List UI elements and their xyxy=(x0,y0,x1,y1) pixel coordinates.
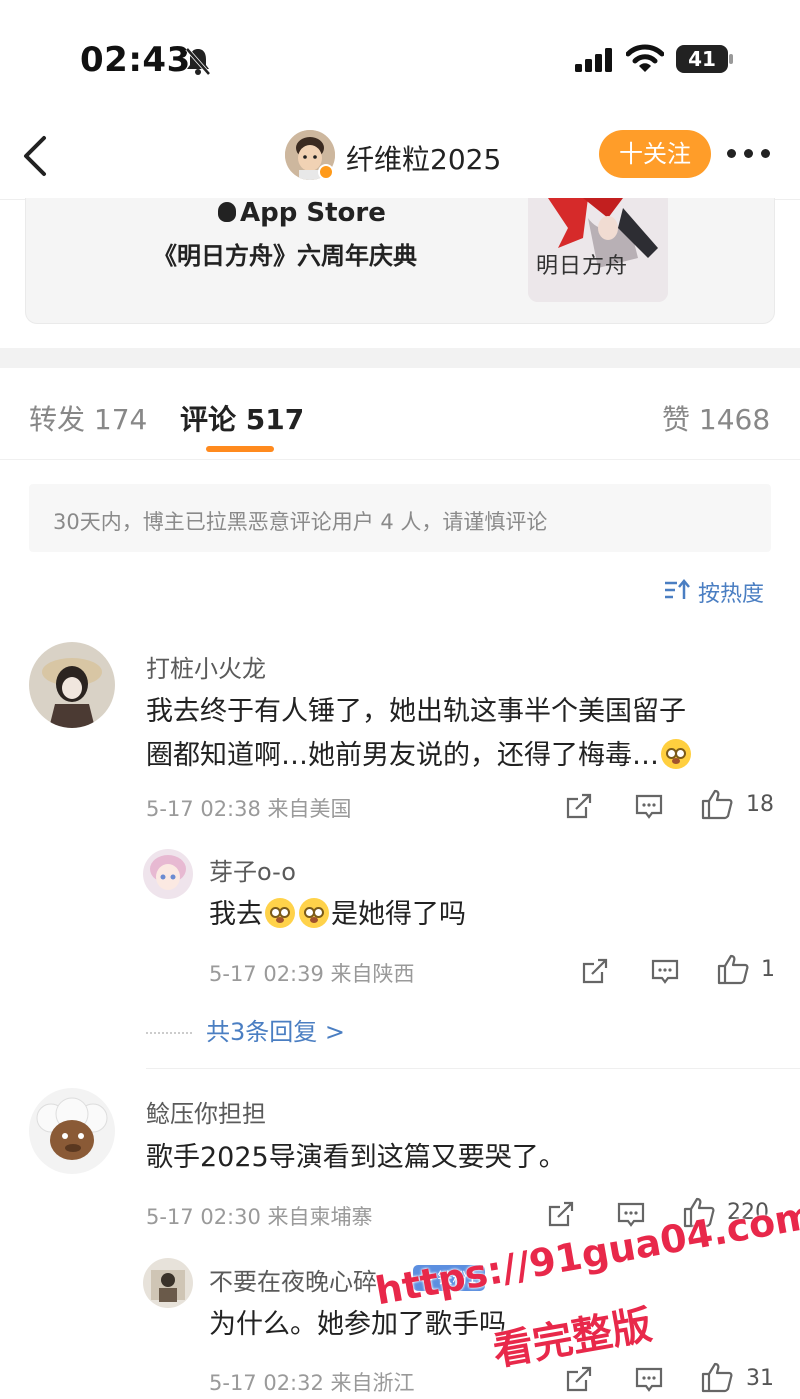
comment-notice: 30天内，博主已拉黑恶意评论用户 4 人，请谨慎评论 xyxy=(29,484,771,552)
like-icon[interactable] xyxy=(716,953,750,985)
avatar[interactable] xyxy=(29,642,115,728)
like-count: 18 xyxy=(746,792,774,817)
verified-badge-icon xyxy=(318,164,334,180)
back-arrow-icon[interactable] xyxy=(20,134,50,178)
tab-likes[interactable]: 赞 1468 xyxy=(662,398,770,438)
avatar[interactable] xyxy=(143,1258,193,1308)
follow-button[interactable]: 十关注 xyxy=(599,130,711,178)
share-icon[interactable] xyxy=(564,1364,594,1394)
section-divider xyxy=(0,348,800,368)
comment-icon[interactable] xyxy=(634,1364,664,1394)
share-icon[interactable] xyxy=(580,956,610,986)
post-header: 纤维粒2025 十关注 xyxy=(0,110,800,200)
apple-logo-icon xyxy=(218,202,236,222)
reply-meta: 5-17 02:39 来自陕西 xyxy=(209,962,415,986)
app-store-card[interactable]: App Store 《明日方舟》六周年庆典 明日方舟 xyxy=(25,198,775,324)
comment-text-line-2: 圈都知道啊…她前男友说的，还得了梅毒… xyxy=(146,734,693,778)
reply-user-name[interactable]: 芽子o-o xyxy=(209,852,296,887)
share-icon[interactable] xyxy=(564,791,594,821)
laughing-crying-emoji-icon xyxy=(661,739,691,769)
card-thumbnail: 明日方舟 xyxy=(528,198,668,302)
comment-meta: 5-17 02:30 来自柬埔寨 xyxy=(146,1205,373,1229)
card-thumbnail-logo: 明日方舟 xyxy=(536,254,629,279)
status-bar: 02:43 41 xyxy=(0,0,800,110)
reply-meta: 5-17 02:32 来自浙江 xyxy=(209,1371,415,1395)
battery-level: 41 xyxy=(688,47,716,71)
watermark-url: https://91gua04.com xyxy=(372,1192,800,1314)
tab-active-indicator xyxy=(206,446,274,452)
more-options-icon[interactable] xyxy=(727,149,771,159)
comment-text: 歌手2025导演看到这篇又要哭了。 xyxy=(146,1142,566,1173)
shocked-emoji-icon xyxy=(299,898,329,928)
comment-icon[interactable] xyxy=(650,956,680,986)
view-more-replies[interactable]: 共3条回复 > xyxy=(146,1012,345,1047)
comment-meta: 5-17 02:38 来自美国 xyxy=(146,797,352,821)
tab-reposts[interactable]: 转发 174 xyxy=(29,398,147,438)
reply-text: 为什么。她参加了歌手吗 xyxy=(209,1309,506,1340)
like-count: 31 xyxy=(746,1366,774,1391)
wifi-icon xyxy=(626,44,664,72)
comment-divider xyxy=(146,1068,800,1069)
cellular-signal-icon xyxy=(575,48,612,72)
reply-text: 我去 是她得了吗 xyxy=(209,898,466,930)
comment-user-name[interactable]: 鲶压你担担 xyxy=(146,1094,266,1129)
app-store-label: App Store xyxy=(218,198,386,228)
like-count: 1 xyxy=(761,957,775,982)
tab-comments[interactable]: 评论 517 xyxy=(180,398,304,438)
reply-user-name[interactable]: 不要在夜晚心碎 xyxy=(209,1262,377,1297)
avatar[interactable] xyxy=(143,849,193,899)
comment-user-name[interactable]: 打桩小火龙 xyxy=(146,649,266,684)
notice-text: 30天内，博主已拉黑恶意评论用户 4 人，请谨慎评论 xyxy=(53,510,548,534)
dotted-rule xyxy=(146,1032,192,1034)
share-icon[interactable] xyxy=(546,1199,576,1229)
like-icon[interactable] xyxy=(700,1361,734,1393)
shocked-emoji-icon xyxy=(265,898,295,928)
status-time: 02:43 xyxy=(80,40,191,80)
author-name[interactable]: 纤维粒2025 xyxy=(346,138,501,178)
like-icon[interactable] xyxy=(700,788,734,820)
bell-muted-icon xyxy=(185,47,211,76)
post-tabs: 转发 174 评论 517 赞 1468 xyxy=(0,370,800,460)
sort-by-hot[interactable]: 按热度 xyxy=(698,576,764,608)
card-title: 《明日方舟》六周年庆典 xyxy=(153,242,417,270)
avatar[interactable] xyxy=(29,1088,115,1174)
sort-icon[interactable] xyxy=(663,578,691,602)
comment-text-line-1: 我去终于有人锤了，她出轨这事半个美国留子 xyxy=(146,696,686,727)
comment-icon[interactable] xyxy=(634,791,664,821)
battery-icon: 41 xyxy=(676,45,734,73)
